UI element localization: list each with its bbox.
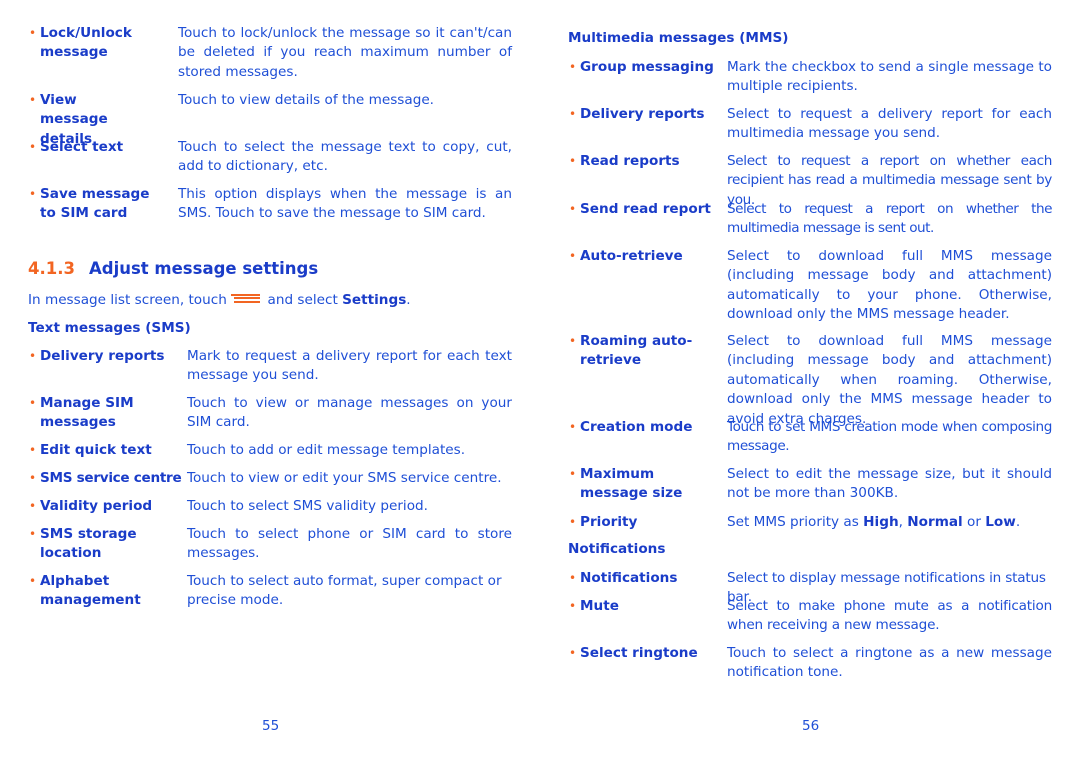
item-term: Roaming auto-retrieve <box>568 332 727 429</box>
item-desc: Touch to view or edit your SMS service c… <box>187 470 502 486</box>
item-desc: Select to request a report on whether th… <box>727 201 1053 237</box>
item-desc: Touch to select auto format, super compa… <box>187 573 502 609</box>
priority-normal: Normal <box>907 514 963 530</box>
section-title: Adjust message settings <box>88 259 319 278</box>
item-desc: This option displays when the message is… <box>178 186 512 222</box>
list-item-mute: Mute Select to make phone mute as a noti… <box>568 597 1052 636</box>
list-item-group-messaging: Group messaging Mark the checkbox to sen… <box>568 58 1052 97</box>
item-term: Edit quick text <box>28 441 187 461</box>
list-item-creation-mode: Creation mode Touch to set MMS creation … <box>568 418 1052 457</box>
item-term: SMS storage location <box>28 525 187 564</box>
item-term: Priority <box>568 513 727 533</box>
item-term: Validity period <box>28 497 187 517</box>
item-desc: Mark to request a delivery report for ea… <box>187 348 512 384</box>
item-desc: Touch to select the message text to copy… <box>178 139 512 175</box>
settings-keyword: Settings <box>342 292 407 308</box>
list-item-validity-period: Validity period Touch to select SMS vali… <box>28 497 512 517</box>
priority-or: or <box>967 514 981 530</box>
item-term: Lock/Unlock message <box>28 24 178 82</box>
item-desc: Select to make phone mute as a notificat… <box>727 598 1052 634</box>
list-item-sms-service-centre: SMS service centre Touch to view or edit… <box>28 469 512 489</box>
list-item-priority: Priority Set MMS priority as High, Norma… <box>568 513 1052 533</box>
item-term: Manage SIM messages <box>28 394 187 433</box>
item-desc: Set MMS priority as High, Normal or Low. <box>727 513 1052 532</box>
list-item-select-ringtone: Select ringtone Touch to select a ringto… <box>568 644 1052 683</box>
notifications-heading: Notifications <box>568 541 666 557</box>
list-item-manage-sim: Manage SIM messages Touch to view or man… <box>28 394 512 433</box>
sms-heading: Text messages (SMS) <box>28 320 191 336</box>
item-term: SMS service centre <box>28 469 187 489</box>
item-term: Save message to SIM card <box>28 185 178 224</box>
item-term: Creation mode <box>568 418 727 457</box>
item-term: Send read report <box>568 200 727 239</box>
list-item-sms-delivery-reports: Delivery reports Mark to request a deliv… <box>28 347 512 386</box>
item-desc: Touch to add or edit message templates. <box>187 442 466 458</box>
item-desc: Select to edit the message size, but it … <box>727 466 1052 502</box>
list-item-mms-delivery-reports: Delivery reports Select to request a del… <box>568 105 1052 144</box>
priority-end: . <box>1015 514 1021 530</box>
priority-sep: , <box>898 514 903 530</box>
item-term: Alphabet management <box>28 572 187 611</box>
list-item-save-to-sim: Save message to SIM card This option dis… <box>28 185 512 224</box>
list-item-roaming-auto-retrieve: Roaming auto-retrieve Select to download… <box>568 332 1052 429</box>
item-term: Maximum message size <box>568 465 727 504</box>
intro-text: In message list screen, touch <box>28 292 227 308</box>
mms-heading: Multimedia messages (MMS) <box>568 30 789 46</box>
list-item-lock-unlock: Lock/Unlock message Touch to lock/unlock… <box>28 24 512 82</box>
item-desc: Select to request a delivery report for … <box>727 106 1052 142</box>
list-item-select-text: Select text Touch to select the message … <box>28 138 512 177</box>
item-term: Auto-retrieve <box>568 247 727 325</box>
item-desc: Mark the checkbox to send a single messa… <box>727 59 1052 95</box>
item-desc: Touch to set MMS creation mode when comp… <box>727 419 1052 455</box>
section-number: 4.1.3 <box>28 259 75 278</box>
menu-icon <box>231 293 261 305</box>
intro-paragraph: In message list screen, touch and select… <box>28 291 411 310</box>
item-desc: Select to download full MMS message (inc… <box>727 248 1052 323</box>
item-desc: Touch to select phone or SIM card to sto… <box>187 526 512 562</box>
list-item-edit-quick-text: Edit quick text Touch to add or edit mes… <box>28 441 512 461</box>
item-desc: Select to download full MMS message (inc… <box>727 333 1052 427</box>
intro-end: . <box>406 292 411 308</box>
item-term: Group messaging <box>568 58 727 97</box>
priority-high: High <box>863 514 899 530</box>
item-desc: Touch to select a ringtone as a new mess… <box>727 645 1052 681</box>
item-desc: Touch to view or manage messages on your… <box>187 395 512 431</box>
section-heading: 4.1.3 Adjust message settings <box>28 259 318 278</box>
item-desc: Touch to lock/unlock the message so it c… <box>178 25 512 80</box>
item-term: Delivery reports <box>28 347 187 386</box>
list-item-sms-storage: SMS storage location Touch to select pho… <box>28 525 512 564</box>
item-term: Select text <box>28 138 178 177</box>
list-item-max-message-size: Maximum message size Select to edit the … <box>568 465 1052 504</box>
list-item-auto-retrieve: Auto-retrieve Select to download full MM… <box>568 247 1052 325</box>
item-term: Select ringtone <box>568 644 727 683</box>
page-number-left: 55 <box>262 718 280 734</box>
item-term: Delivery reports <box>568 105 727 144</box>
list-item-alphabet-management: Alphabet management Touch to select auto… <box>28 572 512 611</box>
list-item-send-read-report: Send read report Select to request a rep… <box>568 200 1053 239</box>
page-number-right: 56 <box>802 718 820 734</box>
intro-text: and select <box>267 292 338 308</box>
item-desc: Touch to select SMS validity period. <box>187 498 428 514</box>
priority-text: Set MMS priority as <box>727 514 859 530</box>
priority-low: Low <box>985 514 1016 530</box>
item-term: Mute <box>568 597 727 636</box>
